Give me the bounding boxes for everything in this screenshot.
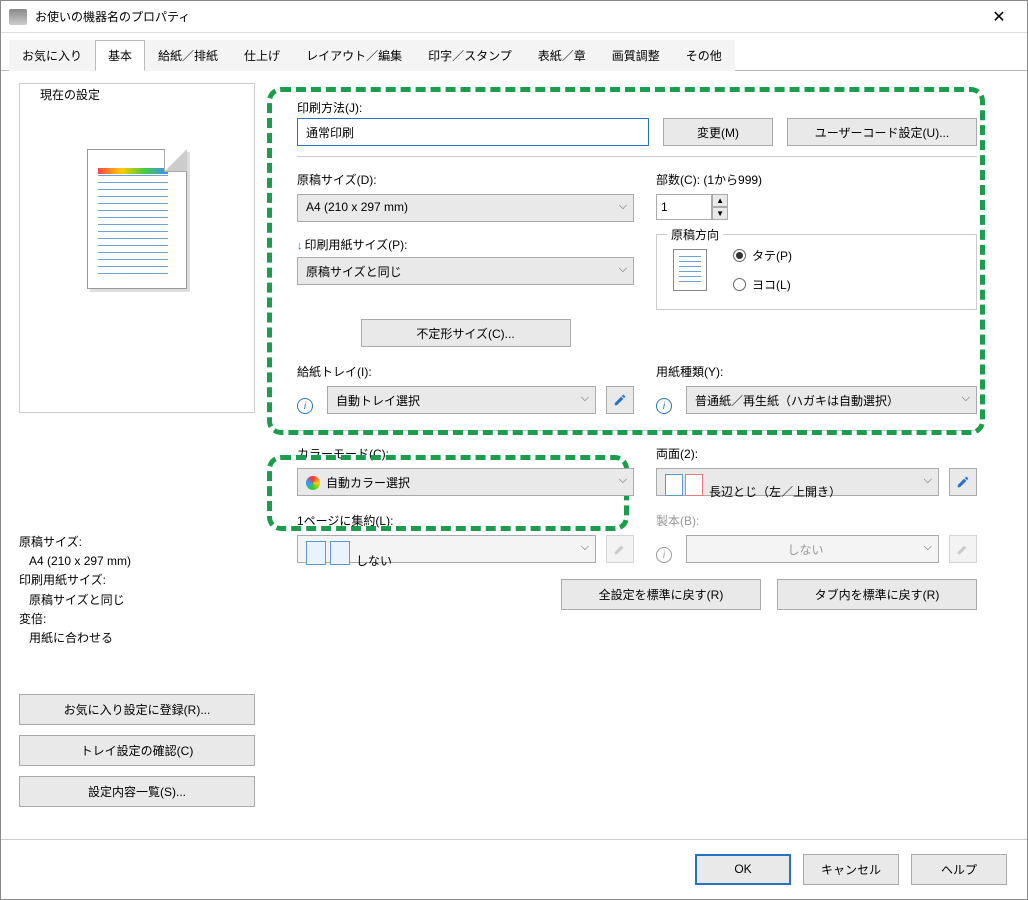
print-method-label: 印刷方法(J): <box>297 99 977 116</box>
summary-zoom-label: 変倍: <box>19 610 255 629</box>
ok-button[interactable]: OK <box>695 854 791 885</box>
nup-edit-button <box>606 535 634 563</box>
settings-summary: 原稿サイズ: A4 (210 x 297 mm) 印刷用紙サイズ: 原稿サイズと… <box>19 533 255 648</box>
copies-label: 部数(C): (1から999) <box>656 171 977 188</box>
cancel-button[interactable]: キャンセル <box>803 854 899 885</box>
tray-select[interactable]: 自動トレイ選択 <box>327 386 596 414</box>
reset-all-button[interactable]: 全設定を標準に戻す(R) <box>561 579 761 610</box>
paper-type-label: 用紙種類(Y): <box>656 363 977 380</box>
copies-up[interactable]: ▲ <box>712 194 728 207</box>
settings-list-button[interactable]: 設定内容一覧(S)... <box>19 776 255 807</box>
main-panel: 印刷方法(J): 通常印刷 変更(M) ユーザーコード設定(U)... 原稿サイ… <box>265 83 1009 827</box>
sidebar: 現在の設定 原稿サイズ: A4 (210 x 297 mm) 印刷用紙サイズ: … <box>19 83 255 827</box>
info-icon[interactable]: i <box>656 398 672 414</box>
tab-favorites[interactable]: お気に入り <box>9 40 95 71</box>
summary-doc-size-label: 原稿サイズ: <box>19 533 255 552</box>
summary-paper-size-value: 原稿サイズと同じ <box>19 591 255 610</box>
paper-size-select[interactable]: 原稿サイズと同じ <box>297 257 634 285</box>
info-icon[interactable]: i <box>297 398 313 414</box>
properties-dialog: お使いの機器名のプロパティ ✕ お気に入り 基本 給紙／排紙 仕上げ レイアウト… <box>0 0 1028 900</box>
orientation-preview-icon <box>673 249 707 291</box>
change-button[interactable]: 変更(M) <box>663 118 773 146</box>
printer-icon <box>9 9 27 25</box>
tray-edit-button[interactable] <box>606 386 634 414</box>
nup-label: 1ページに集約(L): <box>297 512 634 529</box>
booklet-edit-button <box>949 535 977 563</box>
summary-paper-size-label: 印刷用紙サイズ: <box>19 571 255 590</box>
nup-select[interactable]: しない <box>297 535 596 563</box>
tab-cover[interactable]: 表紙／章 <box>525 40 599 71</box>
reset-tab-button[interactable]: タブ内を標準に戻す(R) <box>777 579 977 610</box>
summary-zoom-value: 用紙に合わせる <box>19 629 255 648</box>
duplex-label: 両面(2): <box>656 445 977 462</box>
orientation-landscape-radio[interactable]: ヨコ(L) <box>733 276 792 293</box>
tab-quality[interactable]: 画質調整 <box>599 40 673 71</box>
tab-other[interactable]: その他 <box>673 40 735 71</box>
close-button[interactable]: ✕ <box>979 7 1019 27</box>
color-mode-label: カラーモード(C): <box>297 445 634 462</box>
dialog-footer: OK キャンセル ヘルプ <box>1 839 1027 899</box>
custom-size-button[interactable]: 不定形サイズ(C)... <box>361 319 571 347</box>
orientation-portrait-radio[interactable]: タテ(P) <box>733 247 792 264</box>
copies-down[interactable]: ▼ <box>712 207 728 220</box>
tray-label: 給紙トレイ(I): <box>297 363 634 380</box>
tab-basic[interactable]: 基本 <box>95 40 145 71</box>
register-favorite-button[interactable]: お気に入り設定に登録(R)... <box>19 694 255 725</box>
paper-size-label: 印刷用紙サイズ(P): <box>305 238 408 252</box>
tab-finishing[interactable]: 仕上げ <box>231 40 293 71</box>
duplex-select[interactable]: 長辺とじ（左／上開き） <box>656 468 939 496</box>
window-title: お使いの機器名のプロパティ <box>35 8 979 25</box>
titlebar: お使いの機器名のプロパティ ✕ <box>1 1 1027 33</box>
sidebar-buttons: お気に入り設定に登録(R)... トレイ設定の確認(C) 設定内容一覧(S)..… <box>19 694 255 827</box>
print-method-input[interactable]: 通常印刷 <box>297 118 649 146</box>
usercode-button[interactable]: ユーザーコード設定(U)... <box>787 118 977 146</box>
tray-check-button[interactable]: トレイ設定の確認(C) <box>19 735 255 766</box>
color-mode-select[interactable]: 自動カラー選択 <box>297 468 634 496</box>
doc-size-select[interactable]: A4 (210 x 297 mm) <box>297 194 634 222</box>
content-area: 現在の設定 原稿サイズ: A4 (210 x 297 mm) 印刷用紙サイズ: … <box>1 71 1027 839</box>
orientation-legend: 原稿方向 <box>667 226 723 243</box>
copies-input[interactable] <box>656 194 712 220</box>
duplex-icon <box>665 474 703 496</box>
current-settings-label: 現在の設定 <box>36 86 104 103</box>
paper-type-select[interactable]: 普通紙／再生紙（ハガキは自動選択） <box>686 386 977 414</box>
duplex-edit-button[interactable] <box>949 468 977 496</box>
tab-bar: お気に入り 基本 給紙／排紙 仕上げ レイアウト／編集 印字／スタンプ 表紙／章… <box>1 33 1027 71</box>
help-button[interactable]: ヘルプ <box>911 854 1007 885</box>
tab-stamp[interactable]: 印字／スタンプ <box>415 40 525 71</box>
color-wheel-icon <box>306 476 320 490</box>
info-icon: i <box>656 547 672 563</box>
copies-spinner[interactable]: ▲▼ <box>656 194 977 220</box>
summary-doc-size-value: A4 (210 x 297 mm) <box>19 552 255 571</box>
booklet-label: 製本(B): <box>656 512 977 529</box>
doc-size-label: 原稿サイズ(D): <box>297 171 634 188</box>
tab-layout[interactable]: レイアウト／編集 <box>293 40 415 71</box>
nup-icon <box>306 541 350 565</box>
page-preview <box>28 109 246 329</box>
arrow-down-icon: ↓ <box>297 240 303 252</box>
booklet-select: しない <box>686 535 939 563</box>
tab-paper-feed[interactable]: 給紙／排紙 <box>145 40 231 71</box>
